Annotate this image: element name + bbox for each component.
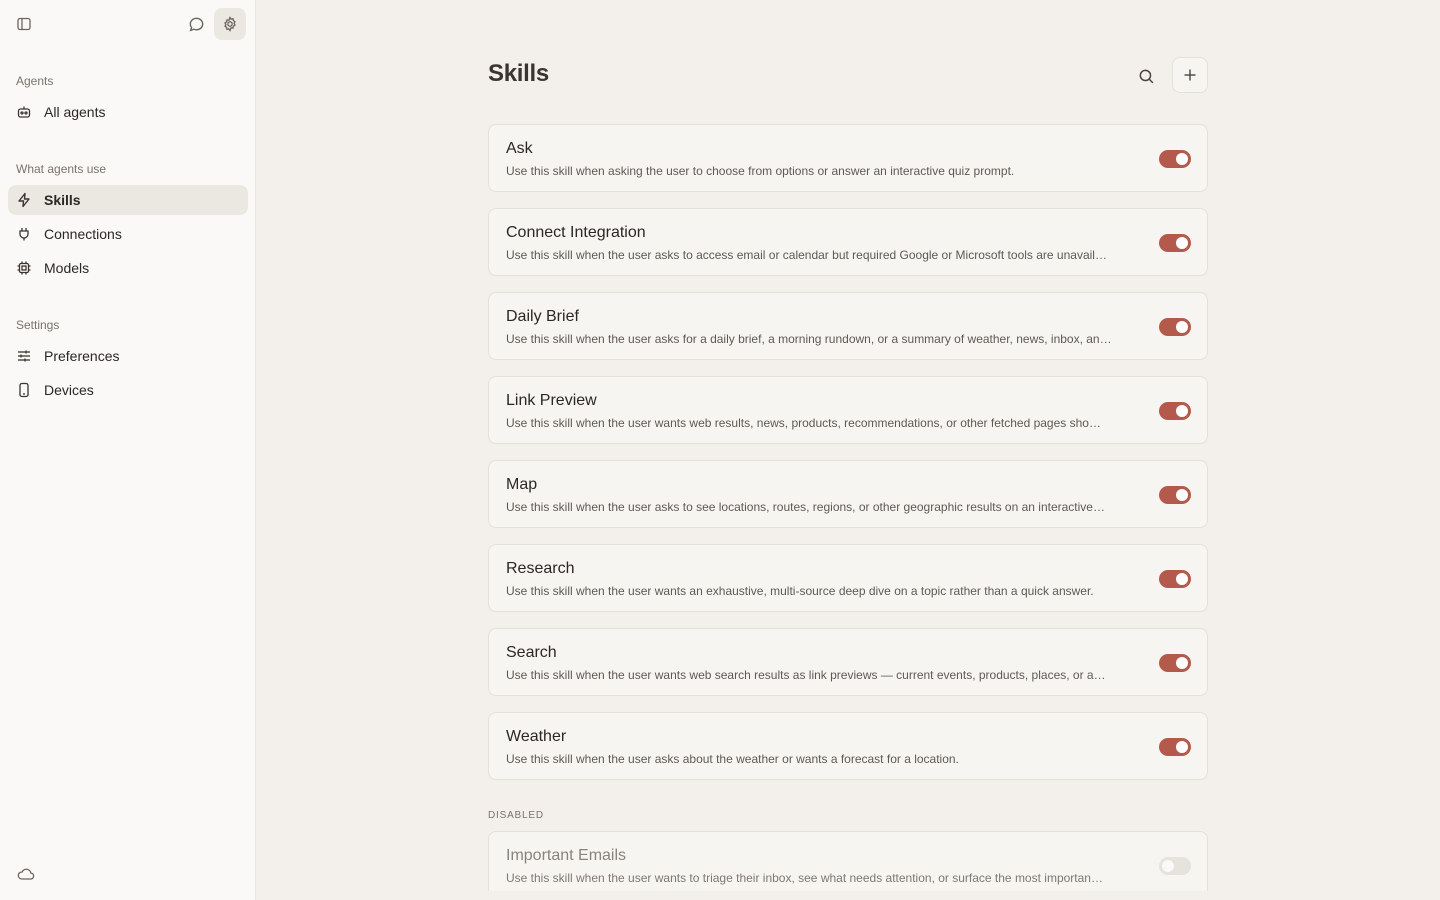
sidebar-item-devices[interactable]: Devices bbox=[8, 375, 248, 405]
settings-button[interactable] bbox=[214, 8, 246, 40]
skill-name: Map bbox=[506, 476, 538, 493]
chip-icon bbox=[16, 260, 32, 276]
skill-toggle[interactable] bbox=[1159, 318, 1191, 336]
section-label-what-agents-use: What agents use bbox=[16, 162, 107, 176]
toggle-knob bbox=[1176, 321, 1188, 333]
skill-toggle[interactable] bbox=[1159, 150, 1191, 168]
lightning-icon bbox=[16, 192, 32, 208]
skill-toggle[interactable] bbox=[1159, 857, 1191, 875]
skill-description: Use this skill when the user wants web s… bbox=[506, 668, 1106, 682]
sidebar-item-label: Connections bbox=[44, 226, 122, 242]
toggle-knob bbox=[1176, 741, 1188, 753]
skill-description: Use this skill when the user wants web r… bbox=[506, 416, 1101, 430]
skill-card[interactable]: Important Emails Use this skill when the … bbox=[488, 831, 1208, 891]
skill-card[interactable]: Daily Brief Use this skill when the user … bbox=[488, 292, 1208, 360]
gear-icon bbox=[224, 16, 236, 32]
disabled-section-label: DISABLED bbox=[488, 810, 544, 821]
toggle-knob bbox=[1176, 237, 1188, 249]
skill-name: Research bbox=[506, 560, 575, 577]
sidebar-toggle-button[interactable] bbox=[8, 8, 40, 40]
skill-card[interactable]: Link Preview Use this skill when the user… bbox=[488, 376, 1208, 444]
toggle-knob bbox=[1176, 153, 1188, 165]
sidebar-item-all-agents[interactable]: All agents bbox=[8, 97, 248, 127]
sidebar-item-label: Devices bbox=[44, 382, 94, 398]
skill-card[interactable]: Map Use this skill when the user asks to … bbox=[488, 460, 1208, 528]
skill-card[interactable]: Research Use this skill when the user wan… bbox=[488, 544, 1208, 612]
robot-icon bbox=[16, 104, 32, 120]
skill-name: Link Preview bbox=[506, 392, 597, 409]
skill-name: Connect Integration bbox=[506, 224, 646, 241]
sidebar-icon bbox=[17, 17, 31, 31]
skill-name: Search bbox=[506, 644, 557, 661]
sliders-icon bbox=[16, 348, 32, 364]
skill-toggle[interactable] bbox=[1159, 402, 1191, 420]
sidebar-item-models[interactable]: Models bbox=[8, 253, 248, 283]
toggle-knob bbox=[1176, 405, 1188, 417]
plus-icon bbox=[1184, 69, 1196, 81]
toggle-knob bbox=[1176, 657, 1188, 669]
cloud-sync-button[interactable] bbox=[16, 866, 36, 882]
chat-bubble-icon bbox=[189, 17, 203, 31]
skill-toggle[interactable] bbox=[1159, 654, 1191, 672]
skill-toggle[interactable] bbox=[1159, 738, 1191, 756]
sidebar-item-label: All agents bbox=[44, 104, 106, 120]
skill-name: Important Emails bbox=[506, 847, 627, 864]
add-skill-button[interactable] bbox=[1172, 57, 1208, 93]
toggle-knob bbox=[1162, 860, 1174, 872]
search-button[interactable] bbox=[1130, 60, 1162, 92]
skill-description: Use this skill when the user asks to acc… bbox=[506, 248, 1107, 262]
sidebar-item-label: Models bbox=[44, 260, 90, 276]
skill-name: Daily Brief bbox=[506, 308, 579, 325]
skill-description: Use this skill when the user asks about … bbox=[506, 752, 959, 766]
skill-toggle[interactable] bbox=[1159, 570, 1191, 588]
sidebar-item-label: Skills bbox=[44, 192, 81, 208]
skill-name: Ask bbox=[506, 140, 533, 157]
section-label-settings: Settings bbox=[16, 318, 60, 332]
new-chat-button[interactable] bbox=[180, 8, 212, 40]
toggle-knob bbox=[1176, 573, 1188, 585]
skill-card[interactable]: Connect Integration Use this skill when t… bbox=[488, 208, 1208, 276]
sidebar-topbar bbox=[0, 0, 256, 48]
page-title: Skills bbox=[488, 60, 549, 87]
sidebar-item-preferences[interactable]: Preferences bbox=[8, 341, 248, 371]
cloud-icon bbox=[17, 868, 35, 880]
sidebar-item-connections[interactable]: Connections bbox=[8, 219, 248, 249]
toggle-knob bbox=[1176, 489, 1188, 501]
section-label-agents: Agents bbox=[16, 74, 54, 88]
skill-card[interactable]: Ask Use this skill when asking the user t… bbox=[488, 124, 1208, 192]
skill-description: Use this skill when the user asks for a … bbox=[506, 332, 1112, 346]
skill-name: Weather bbox=[506, 728, 567, 745]
skill-description: Use this skill when the user asks to see… bbox=[506, 500, 1105, 514]
sidebar: Agents All agents What agents use Skills… bbox=[0, 0, 256, 900]
phone-icon bbox=[16, 382, 32, 398]
skill-description: Use this skill when the user wants an ex… bbox=[506, 584, 1094, 598]
search-icon bbox=[1139, 69, 1153, 83]
plug-icon bbox=[16, 226, 32, 242]
skill-card[interactable]: Search Use this skill when the user wants… bbox=[488, 628, 1208, 696]
skill-card[interactable]: Weather Use this skill when the user asks… bbox=[488, 712, 1208, 780]
skill-description: Use this skill when the user wants to tr… bbox=[506, 871, 1103, 885]
skill-toggle[interactable] bbox=[1159, 486, 1191, 504]
sidebar-item-label: Preferences bbox=[44, 348, 120, 364]
skill-description: Use this skill when asking the user to c… bbox=[506, 164, 1015, 178]
skill-toggle[interactable] bbox=[1159, 234, 1191, 252]
sidebar-item-skills[interactable]: Skills bbox=[8, 185, 248, 215]
main-content: Skills Ask Use this skill when asking the… bbox=[256, 0, 1440, 900]
